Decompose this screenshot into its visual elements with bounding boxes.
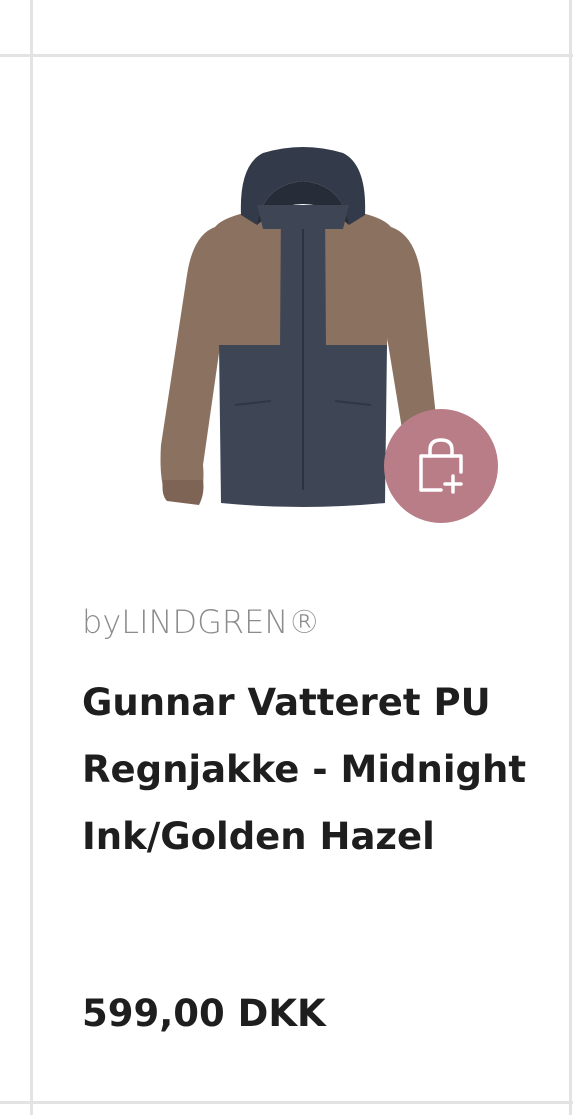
product-brand[interactable]: byLINDGREN® xyxy=(82,603,320,641)
product-grid-page: byLINDGREN® Gunnar Vatteret PU Regnjakke… xyxy=(0,0,573,1115)
product-price: 599,00 DKK xyxy=(82,992,326,1035)
shopping-bag-plus-icon xyxy=(419,438,463,494)
product-card[interactable]: byLINDGREN® Gunnar Vatteret PU Regnjakke… xyxy=(33,57,569,1101)
product-name[interactable]: Gunnar Vatteret PU Regnjakke - Midnight … xyxy=(82,669,532,870)
grid-divider-bottom xyxy=(0,1101,573,1104)
add-to-bag-button[interactable] xyxy=(384,409,498,523)
grid-divider-right xyxy=(569,0,572,1115)
